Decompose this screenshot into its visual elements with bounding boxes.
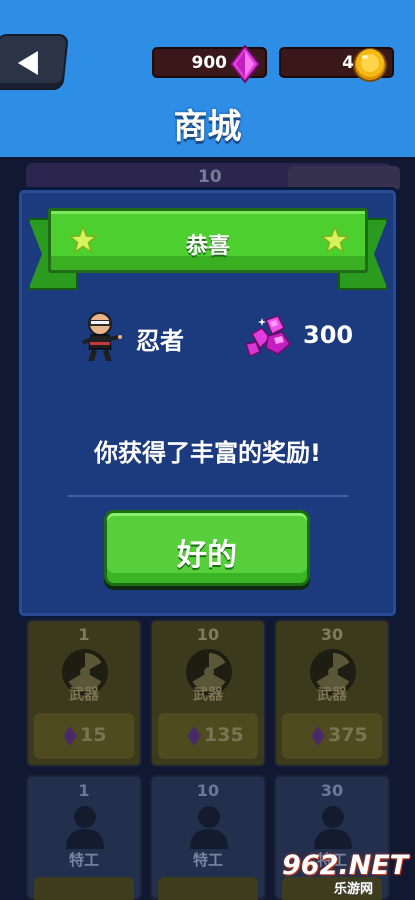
dialog-banner: 恭喜 bbox=[28, 203, 388, 297]
reward-character: 忍者 bbox=[78, 311, 208, 361]
watermark-main: 962.NET bbox=[282, 850, 409, 881]
ok-button-label: 好的 bbox=[177, 538, 237, 573]
page-title: 商城 bbox=[173, 107, 242, 147]
star-icon bbox=[321, 226, 349, 254]
header-bar: 900 4 商城 bbox=[0, 0, 415, 157]
watermark-sub: 乐游网 bbox=[334, 882, 374, 897]
reward-gem-amount: 300 bbox=[303, 321, 354, 349]
reward-message: 你获得了丰富的奖励! bbox=[94, 439, 321, 467]
back-button[interactable] bbox=[0, 34, 69, 90]
reward-gems: 300 bbox=[244, 311, 364, 361]
back-arrow-icon bbox=[17, 51, 38, 75]
reward-character-name: 忍者 bbox=[136, 327, 184, 355]
gem-counter: 900 bbox=[152, 45, 267, 83]
gem-icon bbox=[229, 45, 261, 83]
banner-plate: 恭喜 bbox=[48, 208, 368, 273]
watermark-logo: 962.NET 乐游网 bbox=[278, 848, 410, 897]
coin-counter: 4 bbox=[279, 47, 394, 82]
gem-pile-icon bbox=[245, 315, 291, 357]
coin-icon bbox=[353, 48, 387, 82]
ninja-icon bbox=[82, 312, 122, 361]
gem-count: 900 bbox=[191, 53, 228, 73]
divider bbox=[68, 495, 348, 497]
dialog-title: 恭喜 bbox=[185, 234, 230, 259]
ok-button[interactable]: 好的 bbox=[104, 510, 310, 586]
